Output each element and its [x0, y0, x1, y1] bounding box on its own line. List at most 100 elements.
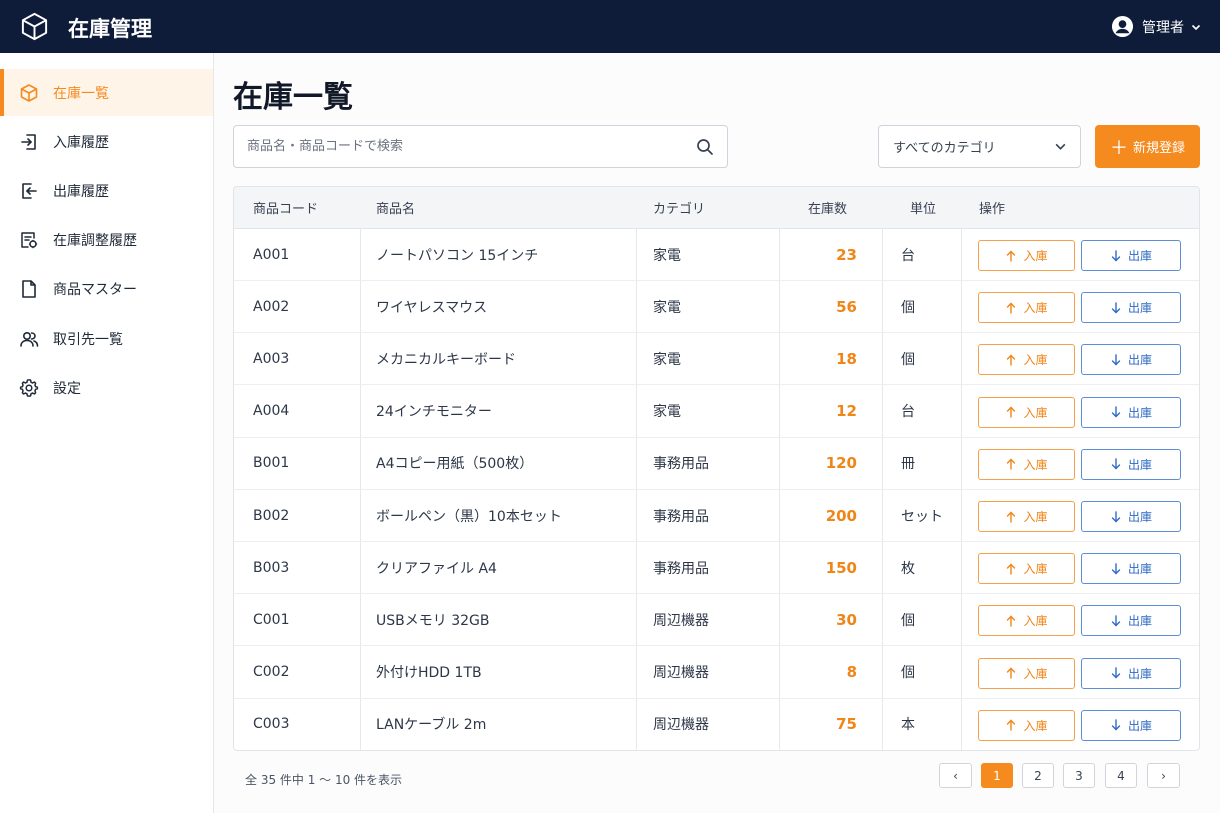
pagination-page-2[interactable]: 2: [1022, 763, 1054, 788]
sidebar-item-inbound-history[interactable]: 入庫履歴: [0, 118, 213, 165]
pagination-prev-button[interactable]: ‹: [939, 763, 972, 788]
inbound-button[interactable]: 入庫: [978, 709, 1075, 741]
cell-quantity: 23: [836, 245, 857, 264]
arrow-up-icon: [1007, 354, 1016, 366]
inbound-button[interactable]: 入庫: [978, 344, 1075, 376]
cell-unit: 冊: [901, 456, 915, 473]
outbound-button[interactable]: 出庫: [1081, 709, 1181, 741]
cell-category: 家電: [653, 351, 681, 368]
pagination-page-4[interactable]: 4: [1105, 763, 1137, 788]
inbound-label: 入庫: [1023, 353, 1048, 368]
cell-unit: 個: [901, 351, 915, 368]
outbound-button[interactable]: 出庫: [1081, 396, 1181, 428]
arrow-up-icon: [1007, 615, 1016, 627]
sidebar-item-inventory-list[interactable]: 在庫一覧: [0, 69, 213, 116]
search-icon[interactable]: [695, 137, 715, 157]
cell-unit: セット: [901, 508, 943, 525]
inbound-button[interactable]: 入庫: [978, 448, 1075, 480]
outbound-label: 出庫: [1127, 718, 1152, 733]
outbound-button[interactable]: 出庫: [1081, 292, 1181, 324]
header-unit: 単位: [910, 202, 937, 217]
outbound-button[interactable]: 出庫: [1081, 553, 1181, 585]
top-bar: 在庫管理 管理者: [0, 0, 1220, 53]
outbound-label: 出庫: [1127, 562, 1152, 577]
table-row: B002 ボールペン（黒）10本セット 事務用品 200 セット 入庫 出庫: [234, 490, 1199, 542]
pagination-next-button[interactable]: ›: [1147, 763, 1180, 788]
arrow-down-icon: [1111, 615, 1121, 627]
new-register-label: 新規登録: [1132, 141, 1185, 156]
cell-code: B002: [253, 507, 290, 524]
arrow-down-icon: [1111, 406, 1121, 418]
table-row: A004 24インチモニター 家電 12 台 入庫 出庫: [234, 386, 1199, 438]
arrow-down-icon: [1111, 301, 1121, 314]
cell-code: C003: [253, 716, 290, 733]
main-content: 在庫一覧 すべてのカテゴリ ＋ 新規登録 商品コード 商品名 カテゴリ 在庫数 …: [214, 53, 1220, 813]
sidebar-item-product-master[interactable]: 商品マスター: [0, 265, 213, 312]
outbound-button[interactable]: 出庫: [1081, 605, 1181, 637]
cell-code: B003: [253, 559, 290, 576]
cell-category: 事務用品: [653, 456, 709, 473]
outbound-label: 出庫: [1127, 301, 1152, 316]
outbound-label: 出庫: [1127, 457, 1152, 472]
sidebar-item-label: 出庫履歴: [53, 183, 109, 200]
cell-code: B001: [253, 455, 290, 472]
inbound-label: 入庫: [1023, 666, 1048, 681]
cell-category: 事務用品: [653, 560, 709, 577]
sidebar-item-label: 商品マスター: [53, 281, 137, 298]
table-row: B001 A4コピー用紙（500枚） 事務用品 120 冊 入庫 出庫: [234, 438, 1199, 490]
search-input[interactable]: [234, 126, 695, 167]
cell-name: 24インチモニター: [376, 404, 492, 421]
outbound-button[interactable]: 出庫: [1081, 448, 1181, 480]
inbound-label: 入庫: [1023, 510, 1048, 524]
cell-quantity: 30: [836, 610, 857, 629]
page-title: 在庫一覧: [233, 80, 353, 115]
header-code: 商品コード: [253, 202, 319, 217]
inbound-button[interactable]: 入庫: [978, 657, 1075, 689]
cell-quantity: 12: [836, 402, 857, 421]
category-select[interactable]: すべてのカテゴリ: [878, 125, 1081, 168]
new-register-button[interactable]: ＋ 新規登録: [1095, 125, 1200, 168]
user-name: 管理者: [1142, 19, 1184, 36]
table-header: 商品コード 商品名 カテゴリ 在庫数 単位 操作: [234, 187, 1199, 229]
arrow-up-icon: [1007, 719, 1016, 731]
outbound-label: 出庫: [1127, 666, 1152, 681]
sidebar-item-settings[interactable]: 設定: [0, 364, 213, 411]
inbound-button[interactable]: 入庫: [978, 605, 1075, 637]
outbound-label: 出庫: [1127, 249, 1152, 263]
header-category: カテゴリ: [653, 202, 706, 217]
inbound-button[interactable]: 入庫: [978, 240, 1075, 271]
arrow-down-icon: [1111, 562, 1121, 575]
inbound-button[interactable]: 入庫: [978, 292, 1075, 324]
pagination-page-1[interactable]: 1: [981, 763, 1013, 788]
inbound-button[interactable]: 入庫: [978, 553, 1075, 585]
cell-quantity: 18: [836, 349, 857, 368]
cell-name: メカニカルキーボード: [376, 351, 516, 368]
gear-icon: [19, 378, 39, 398]
outbound-button[interactable]: 出庫: [1081, 344, 1181, 376]
pagination-page-3[interactable]: 3: [1063, 763, 1095, 788]
category-select-value: すべてのカテゴリ: [893, 141, 996, 156]
arrow-down-icon: [1111, 667, 1121, 679]
search-box: [233, 125, 728, 168]
cell-quantity: 75: [836, 715, 857, 734]
app-title: 在庫管理: [68, 17, 152, 41]
cell-code: C001: [253, 611, 290, 628]
inbound-label: 入庫: [1023, 405, 1048, 420]
login-icon: [19, 132, 39, 152]
arrow-up-icon: [1007, 667, 1016, 679]
outbound-button[interactable]: 出庫: [1081, 501, 1181, 532]
sidebar-item-adjustment-history[interactable]: 在庫調整履歴: [0, 216, 213, 263]
document-icon: [19, 279, 39, 299]
box-icon: [19, 83, 39, 103]
outbound-button[interactable]: 出庫: [1081, 657, 1181, 689]
sidebar-item-suppliers[interactable]: 取引先一覧: [0, 315, 213, 362]
cell-code: A002: [253, 298, 290, 315]
inbound-button[interactable]: 入庫: [978, 396, 1075, 428]
cell-name: 外付けHDD 1TB: [376, 665, 482, 682]
sidebar-item-outbound-history[interactable]: 出庫履歴: [0, 167, 213, 214]
inbound-button[interactable]: 入庫: [978, 501, 1075, 532]
user-menu[interactable]: 管理者: [1111, 15, 1202, 38]
cell-name: ワイヤレスマウス: [376, 299, 488, 316]
cell-code: C002: [253, 664, 290, 681]
outbound-button[interactable]: 出庫: [1081, 240, 1181, 271]
